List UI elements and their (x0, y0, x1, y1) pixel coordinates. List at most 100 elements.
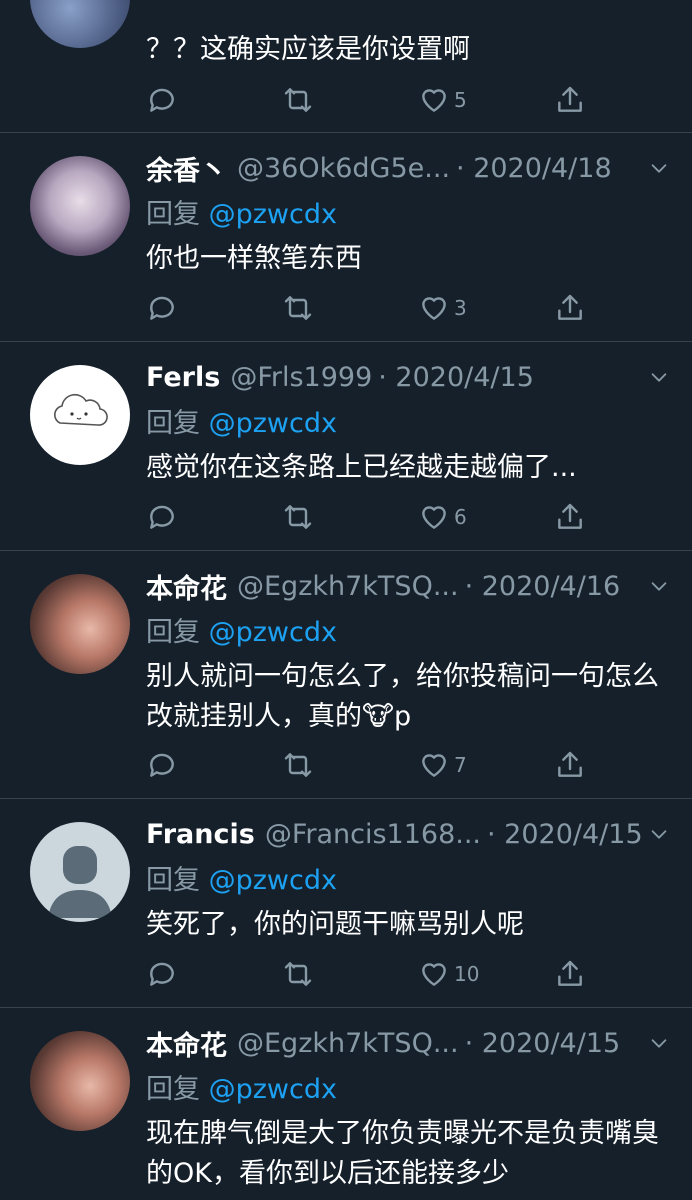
reply-icon (150, 296, 174, 320)
default-avatar-icon (48, 846, 112, 918)
tweet[interactable]: ？？这确实应该是你设置啊 5 (0, 0, 692, 133)
tweet-header: 余香丶 @36Ok6dG5e... · 2020/4/18 (146, 148, 672, 188)
more-button[interactable] (646, 155, 672, 181)
tweet-header: 本命花 @Egzkh7kTSQ... · 2020/4/15 (146, 1023, 672, 1063)
reply-prefix: 回复 (146, 1074, 200, 1105)
display-name[interactable]: Francis (146, 819, 255, 850)
avatar[interactable] (30, 0, 130, 48)
reply-context: 回复 @pzwcdx (146, 401, 337, 440)
avatar[interactable] (30, 1031, 130, 1131)
tweet[interactable]: 本命花 @Egzkh7kTSQ... · 2020/4/15 回复 @pzwcd… (0, 1007, 692, 1200)
reply-prefix: 回复 (146, 865, 200, 896)
like-button[interactable]: 3 (418, 290, 467, 326)
reply-prefix: 回复 (146, 408, 200, 439)
like-count: 6 (454, 505, 467, 529)
chevron-down-icon (651, 582, 667, 591)
more-button[interactable] (646, 821, 672, 847)
display-name[interactable]: 余香丶 (146, 149, 227, 188)
reply-mention[interactable]: @pzwcdx (209, 199, 337, 230)
reply-mention[interactable]: @pzwcdx (209, 865, 337, 896)
share-button[interactable] (554, 499, 586, 535)
tweet-date[interactable]: · 2020/4/15 (487, 819, 643, 850)
more-button[interactable] (646, 573, 672, 599)
reply-button[interactable] (146, 499, 178, 535)
tweet-actions: 6 (146, 499, 606, 535)
reply-prefix: 回复 (146, 617, 200, 648)
reply-context: 回复 @pzwcdx (146, 192, 337, 231)
reply-mention[interactable]: @pzwcdx (209, 408, 337, 439)
share-icon (558, 294, 582, 320)
tweet-text: 感觉你在这条路上已经越走越偏了... (146, 452, 577, 483)
display-name[interactable]: 本命花 (146, 1024, 227, 1063)
retweet-icon (284, 505, 312, 529)
chevron-down-icon (651, 164, 667, 173)
like-icon (422, 963, 446, 986)
like-icon (422, 297, 446, 320)
tweet-date[interactable]: · 2020/4/16 (465, 571, 621, 602)
tweet-header: 本命花 @Egzkh7kTSQ... · 2020/4/16 (146, 566, 672, 606)
like-icon (422, 89, 446, 112)
username[interactable]: @Francis1168... (265, 819, 481, 850)
tweet[interactable]: Francis @Francis1168... · 2020/4/15 回复 @… (0, 798, 692, 1008)
like-count: 3 (454, 296, 467, 320)
tweet-text: ？？这确实应该是你设置啊 (146, 34, 470, 65)
retweet-button[interactable] (282, 956, 314, 992)
tweet-date[interactable]: · 2020/4/15 (378, 362, 534, 393)
tweet[interactable]: 余香丶 @36Ok6dG5e... · 2020/4/18 回复 @pzwcdx… (0, 132, 692, 342)
avatar[interactable] (30, 822, 130, 922)
retweet-button[interactable] (282, 499, 314, 535)
share-button[interactable] (554, 747, 586, 783)
reply-button[interactable] (146, 82, 178, 118)
retweet-button[interactable] (282, 290, 314, 326)
username[interactable]: @Frls1999 (230, 362, 372, 393)
reply-button[interactable] (146, 956, 178, 992)
display-name[interactable]: 本命花 (146, 567, 227, 606)
reply-icon (150, 88, 174, 112)
like-button[interactable]: 10 (418, 956, 479, 992)
like-button[interactable]: 5 (418, 82, 467, 118)
reply-context: 回复 @pzwcdx (146, 858, 337, 897)
share-button[interactable] (554, 82, 586, 118)
tweet-date[interactable]: · 2020/4/15 (465, 1028, 621, 1059)
like-button[interactable]: 7 (418, 747, 467, 783)
username[interactable]: @36Ok6dG5e... (237, 153, 450, 184)
tweet-text: 别人就问一句怎么了，给你投稿问一句怎么改就挂别人，真的🐮p (146, 661, 659, 732)
more-button[interactable] (646, 364, 672, 390)
chevron-down-icon (651, 830, 667, 839)
like-count: 7 (454, 753, 467, 777)
tweet[interactable]: Ferls @Frls1999 · 2020/4/15 回复 @pzwcdx 感… (0, 341, 692, 551)
avatar[interactable] (30, 365, 130, 465)
tweet-actions: 10 (146, 956, 606, 992)
tweet[interactable]: 本命花 @Egzkh7kTSQ... · 2020/4/16 回复 @pzwcd… (0, 550, 692, 799)
username[interactable]: @Egzkh7kTSQ... (237, 571, 459, 602)
avatar[interactable] (30, 156, 130, 256)
retweet-button[interactable] (282, 747, 314, 783)
like-button[interactable]: 6 (418, 499, 467, 535)
tweet-text: 现在脾气倒是大了你负责曝光不是负责嘴臭的OK，看你到以后还能接多少 (146, 1118, 659, 1189)
reply-button[interactable] (146, 290, 178, 326)
like-count: 10 (454, 962, 480, 986)
username[interactable]: @Egzkh7kTSQ... (237, 1028, 459, 1059)
tweet-date[interactable]: · 2020/4/18 (456, 153, 612, 184)
chevron-down-icon (651, 373, 667, 382)
share-icon (558, 503, 582, 529)
like-count: 5 (454, 88, 467, 112)
reply-mention[interactable]: @pzwcdx (209, 1074, 337, 1105)
reply-mention[interactable]: @pzwcdx (209, 617, 337, 648)
more-button[interactable] (646, 1030, 672, 1056)
tweet-text: 你也一样煞笔东西 (146, 243, 362, 274)
reply-button[interactable] (146, 747, 178, 783)
reply-context: 回复 @pzwcdx (146, 1067, 337, 1106)
share-icon (558, 86, 582, 112)
like-icon (422, 754, 446, 777)
share-button[interactable] (554, 290, 586, 326)
avatar[interactable] (30, 574, 130, 674)
retweet-button[interactable] (282, 82, 314, 118)
reply-icon (150, 962, 174, 986)
share-button[interactable] (554, 956, 586, 992)
cloud-avatar-icon (54, 393, 108, 426)
retweet-icon (284, 296, 312, 320)
tweet-actions: 7 (146, 747, 606, 783)
reply-prefix: 回复 (146, 199, 200, 230)
display-name[interactable]: Ferls (146, 362, 220, 393)
